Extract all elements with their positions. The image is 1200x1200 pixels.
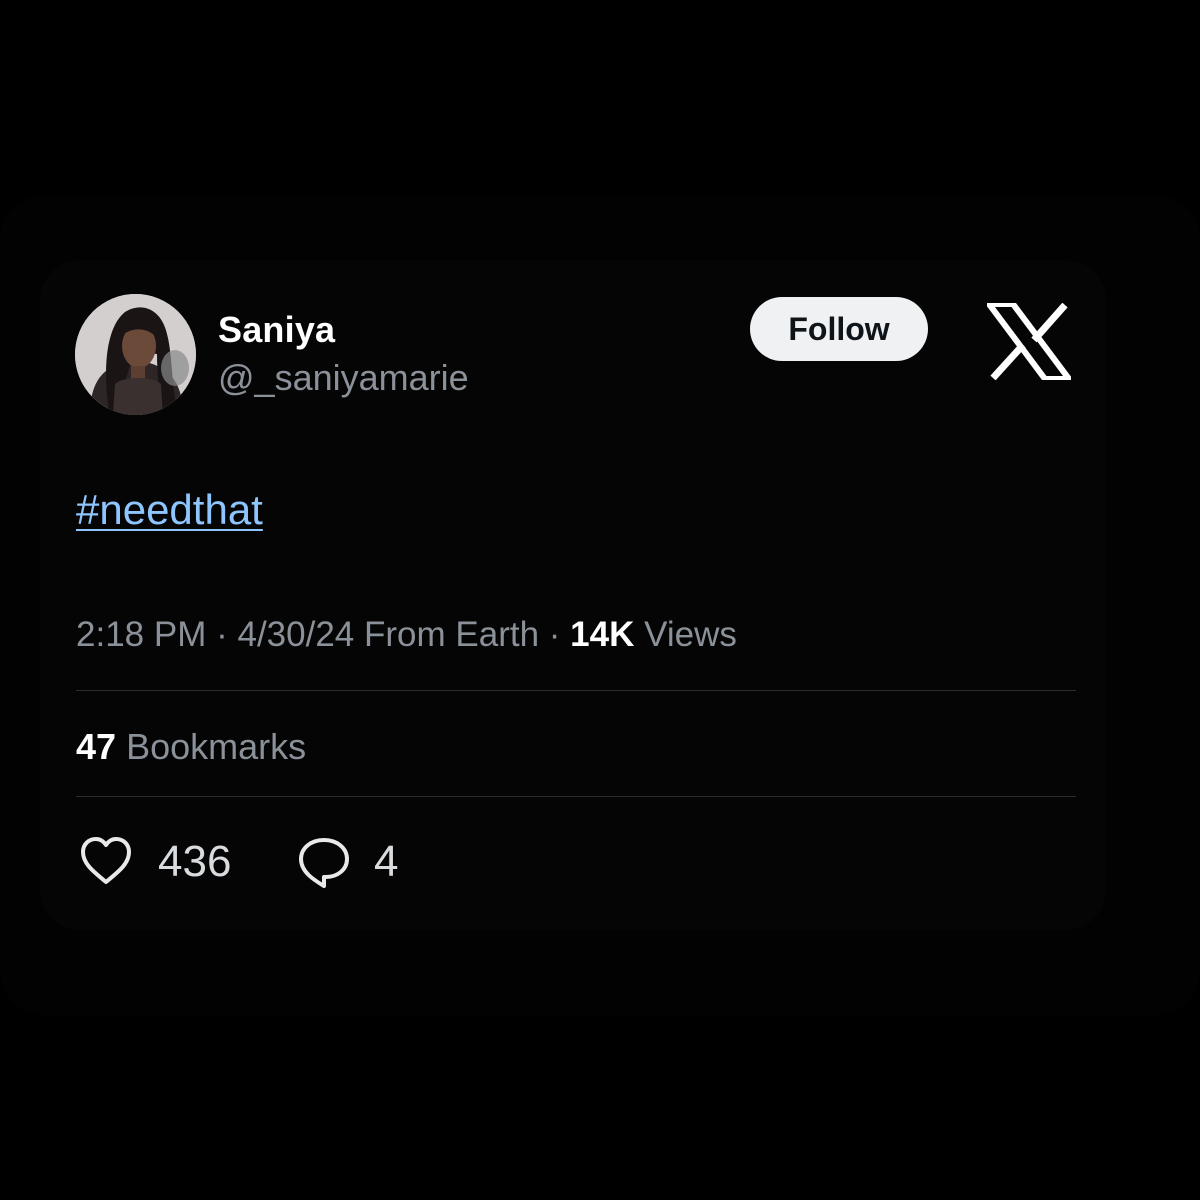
views-count[interactable]: 14K bbox=[570, 615, 634, 654]
x-logo-icon bbox=[983, 301, 1075, 382]
reply-button[interactable]: 4 bbox=[296, 832, 398, 892]
tweet-location: From Earth bbox=[364, 615, 540, 654]
tweet-card bbox=[40, 260, 1106, 930]
like-button[interactable]: 436 bbox=[78, 832, 231, 892]
views-label[interactable]: Views bbox=[644, 615, 737, 654]
reply-bubble-icon bbox=[296, 834, 352, 890]
divider bbox=[76, 796, 1076, 797]
bookmarks-stat[interactable]: 47 Bookmarks bbox=[76, 726, 306, 768]
bookmarks-count: 47 bbox=[76, 726, 117, 767]
tweet-time[interactable]: 2:18 PM bbox=[76, 615, 206, 654]
like-count: 436 bbox=[158, 837, 232, 886]
tweet-date[interactable]: 4/30/24 bbox=[237, 615, 354, 654]
meta-separator: · bbox=[548, 615, 561, 654]
follow-button[interactable]: Follow bbox=[750, 297, 928, 361]
display-name[interactable]: Saniya bbox=[218, 309, 335, 351]
hashtag-link[interactable]: #needthat bbox=[76, 486, 263, 534]
reply-bubble-shape bbox=[299, 838, 349, 888]
user-handle[interactable]: @_saniyamarie bbox=[218, 357, 469, 399]
heart-icon bbox=[78, 834, 134, 890]
x-logo-shape bbox=[983, 301, 1075, 382]
divider bbox=[76, 690, 1076, 691]
screenshot-stage: Saniya @_saniyamarie Follow #needthat 2:… bbox=[0, 0, 1200, 1200]
reply-count: 4 bbox=[374, 837, 399, 886]
tweet-meta: 2:18 PM · 4/30/24 From Earth · 14K Views bbox=[76, 615, 737, 655]
meta-separator: · bbox=[216, 615, 228, 654]
avatar[interactable] bbox=[75, 294, 196, 415]
avatar-portrait bbox=[75, 294, 196, 415]
bookmarks-label: Bookmarks bbox=[126, 726, 307, 767]
heart-icon-shape bbox=[81, 837, 131, 884]
